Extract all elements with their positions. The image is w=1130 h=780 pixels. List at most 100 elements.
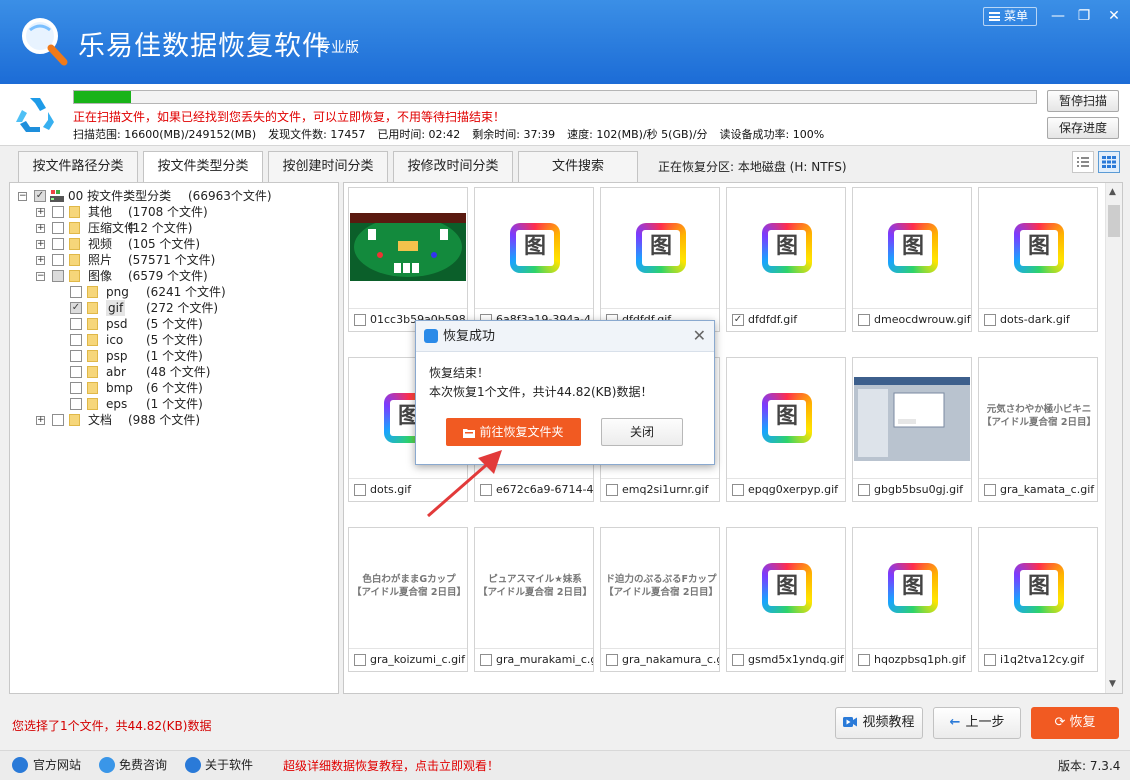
tutorial-promo-link[interactable]: 超级详细数据恢复教程，点击立即观看！: [283, 757, 499, 774]
file-checkbox[interactable]: [858, 314, 870, 326]
video-tutorial-button[interactable]: 视频教程: [835, 707, 923, 739]
tree-checkbox[interactable]: [52, 414, 64, 426]
maximize-button[interactable]: ❐: [1073, 7, 1095, 26]
tree-checkbox[interactable]: [70, 398, 82, 410]
scrollbar-thumb[interactable]: [1108, 205, 1120, 237]
thumbnail[interactable]: ド迫力のぷるぷるFカップ 【アイドル夏合宿 2日目】: [602, 529, 718, 648]
thumbnail[interactable]: 图: [980, 189, 1096, 308]
tree-item-视频[interactable]: + 视频 (105 个文件): [10, 236, 338, 252]
menu-button[interactable]: 菜单: [983, 7, 1037, 26]
restore-button[interactable]: ⟳ 恢复: [1031, 707, 1119, 739]
file-checkbox[interactable]: [606, 654, 618, 666]
file-checkbox[interactable]: [984, 484, 996, 496]
thumbnail[interactable]: 图: [728, 359, 844, 478]
scroll-up-icon[interactable]: ▲: [1109, 187, 1116, 197]
file-card[interactable]: 图 gsmd5x1yndq.gif: [726, 527, 846, 672]
free-consult-link[interactable]: 免费咨询: [119, 757, 167, 773]
file-checkbox[interactable]: ✓: [732, 314, 744, 326]
thumbnail[interactable]: 元気さわやか極小ビキニ 【アイドル夏合宿 2日目】: [980, 359, 1096, 478]
thumbnail-view-button[interactable]: [1098, 151, 1120, 173]
tree-checkbox[interactable]: [52, 238, 64, 250]
tree-checkbox[interactable]: [70, 382, 82, 394]
thumbnail[interactable]: ピュアスマイル★妹系 【アイドル夏合宿 2日目】: [476, 529, 592, 648]
tree-item-eps[interactable]: eps (1 个文件): [10, 396, 338, 412]
tree-checkbox[interactable]: [70, 318, 82, 330]
tree-checkbox[interactable]: [70, 334, 82, 346]
close-window-button[interactable]: ✕: [1103, 7, 1125, 26]
file-checkbox[interactable]: [480, 654, 492, 666]
tree-checkbox[interactable]: ✓: [34, 190, 46, 202]
tree-item-png[interactable]: png (6241 个文件): [10, 284, 338, 300]
file-card[interactable]: ド迫力のぷるぷるFカップ 【アイドル夏合宿 2日目】 gra_nakamura_c…: [600, 527, 720, 672]
tree-item-abr[interactable]: abr (48 个文件): [10, 364, 338, 380]
tab-by-type[interactable]: 按文件类型分类: [143, 151, 263, 183]
file-card[interactable]: 图 hqozpbsq1ph.gif: [852, 527, 972, 672]
tree-checkbox[interactable]: [70, 286, 82, 298]
tree-root[interactable]: − ✓ 00 按文件类型分类 (66963个文件): [10, 188, 338, 204]
thumbnail[interactable]: 图: [728, 529, 844, 648]
thumbnail[interactable]: 图: [728, 189, 844, 308]
tab-by-path[interactable]: 按文件路径分类: [18, 151, 138, 182]
collapse-icon[interactable]: −: [18, 192, 27, 201]
file-checkbox[interactable]: [984, 654, 996, 666]
file-checkbox[interactable]: [732, 484, 744, 496]
thumbnail[interactable]: [350, 189, 466, 308]
tab-by-created-time[interactable]: 按创建时间分类: [268, 151, 388, 182]
vertical-scrollbar[interactable]: ▲ ▼: [1105, 183, 1122, 693]
tree-item-ico[interactable]: ico (5 个文件): [10, 332, 338, 348]
pause-scan-button[interactable]: 暂停扫描: [1047, 90, 1119, 112]
file-card[interactable]: 图dfdfdf.gif: [600, 187, 720, 332]
back-button[interactable]: ← 上一步: [933, 707, 1021, 739]
file-card[interactable]: 图6a8f3a19-394a-4...: [474, 187, 594, 332]
file-checkbox[interactable]: [732, 654, 744, 666]
tree-checkbox[interactable]: [70, 350, 82, 362]
expand-icon[interactable]: +: [36, 256, 45, 265]
file-checkbox[interactable]: [858, 484, 870, 496]
tree-item-压缩文件[interactable]: + 压缩文件 (12 个文件): [10, 220, 338, 236]
tree-checkbox[interactable]: [52, 222, 64, 234]
file-checkbox[interactable]: [354, 314, 366, 326]
tree-checkbox[interactable]: ✓: [70, 302, 82, 314]
file-card[interactable]: 图 epqg0xerpyp.gif: [726, 357, 846, 502]
tab-file-search[interactable]: 文件搜索: [518, 151, 638, 182]
dialog-close-button[interactable]: 关闭: [601, 418, 683, 446]
thumbnail[interactable]: 图: [854, 529, 970, 648]
tree-checkbox[interactable]: [52, 254, 64, 266]
thumbnail[interactable]: 图: [854, 189, 970, 308]
expand-icon[interactable]: +: [36, 416, 45, 425]
file-card[interactable]: 图 dots-dark.gif: [978, 187, 1098, 332]
file-card[interactable]: 图 ✓ dfdfdf.gif: [726, 187, 846, 332]
thumbnail[interactable]: [854, 359, 970, 478]
minimize-button[interactable]: —: [1047, 7, 1069, 26]
thumbnail[interactable]: 色白わがままGカップ 【アイドル夏合宿 2日目】: [350, 529, 466, 648]
file-card[interactable]: gbgb5bsu0gj.gif: [852, 357, 972, 502]
scroll-down-icon[interactable]: ▼: [1109, 679, 1116, 689]
expand-icon[interactable]: +: [36, 208, 45, 217]
tree-checkbox[interactable]: [52, 270, 64, 282]
file-card[interactable]: 01cc3b59a0b598...: [348, 187, 468, 332]
tree-checkbox[interactable]: [70, 366, 82, 378]
tree-item-文档[interactable]: + 文档 (988 个文件): [10, 412, 338, 428]
file-card[interactable]: 图 i1q2tva12cy.gif: [978, 527, 1098, 672]
list-view-button[interactable]: [1072, 151, 1094, 173]
file-card[interactable]: 色白わがままGカップ 【アイドル夏合宿 2日目】 gra_koizumi_c.gi…: [348, 527, 468, 672]
file-checkbox[interactable]: [354, 484, 366, 496]
file-checkbox[interactable]: [606, 484, 618, 496]
tree-item-其他[interactable]: + 其他 (1708 个文件): [10, 204, 338, 220]
file-card[interactable]: 元気さわやか極小ビキニ 【アイドル夏合宿 2日目】 gra_kamata_c.gi…: [978, 357, 1098, 502]
tree-item-psp[interactable]: psp (1 个文件): [10, 348, 338, 364]
tree-checkbox[interactable]: [52, 206, 64, 218]
collapse-icon[interactable]: −: [36, 272, 45, 281]
thumbnail[interactable]: 图: [980, 529, 1096, 648]
tree-item-gif[interactable]: ✓ gif (272 个文件): [10, 300, 338, 316]
tree-item-bmp[interactable]: bmp (6 个文件): [10, 380, 338, 396]
tree-item-图像[interactable]: − 图像 (6579 个文件): [10, 268, 338, 284]
tree-item-照片[interactable]: + 照片 (57571 个文件): [10, 252, 338, 268]
thumbnail[interactable]: 图: [476, 189, 592, 308]
dialog-close-icon[interactable]: ✕: [693, 321, 706, 350]
tab-by-modified-time[interactable]: 按修改时间分类: [393, 151, 513, 182]
save-progress-button[interactable]: 保存进度: [1047, 117, 1119, 139]
about-software-link[interactable]: 关于软件: [205, 757, 253, 773]
file-card[interactable]: 图 dmeocdwrouw.gif: [852, 187, 972, 332]
file-checkbox[interactable]: [354, 654, 366, 666]
